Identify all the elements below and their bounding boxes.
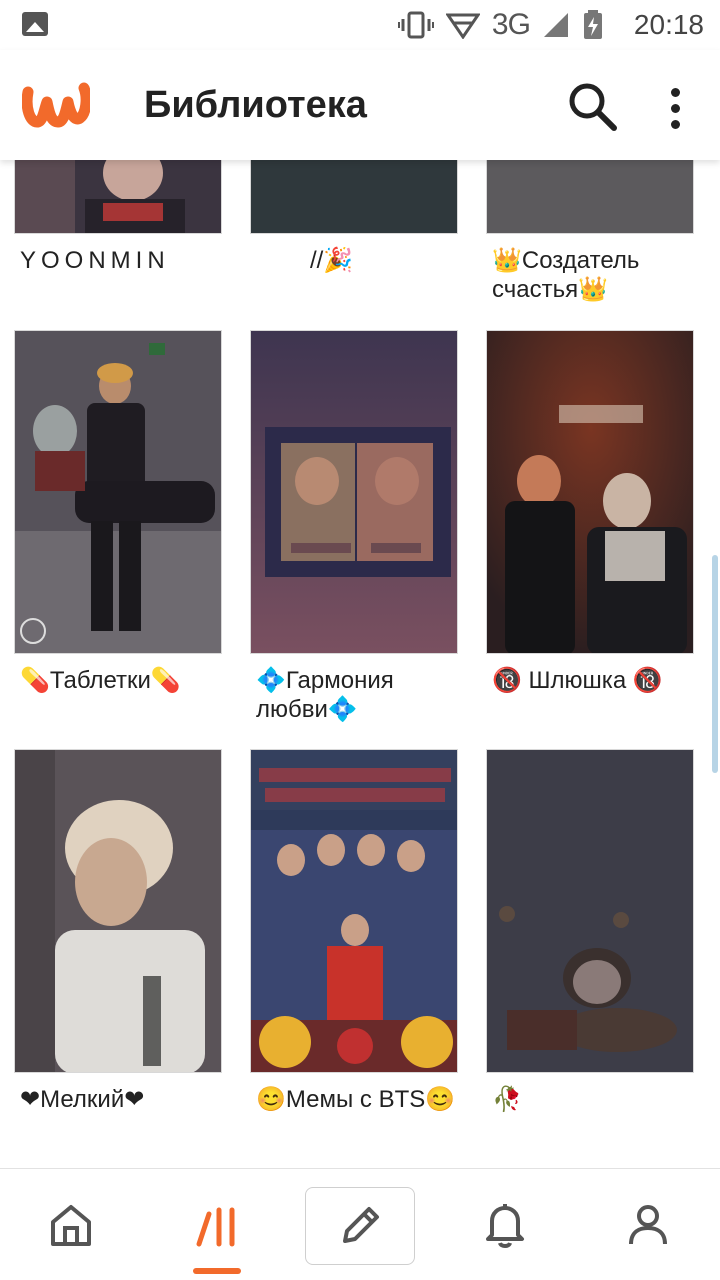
overflow-menu-icon[interactable] — [656, 80, 696, 136]
nav-write[interactable] — [305, 1187, 415, 1265]
nav-profile[interactable] — [593, 1169, 703, 1280]
scrollbar-thumb[interactable] — [712, 555, 718, 773]
battery-icon — [583, 10, 602, 39]
story-cover[interactable] — [486, 160, 694, 234]
status-icons: 3G 20:18 — [397, 6, 704, 44]
app-bar: Библиотека — [0, 50, 720, 160]
story-cover[interactable] — [250, 160, 458, 234]
active-tab-indicator — [193, 1268, 241, 1274]
story-cover[interactable] — [14, 749, 222, 1073]
signal-icon — [543, 13, 568, 37]
search-icon[interactable] — [562, 78, 622, 134]
story-cover[interactable] — [14, 160, 222, 234]
pencil-icon — [343, 1207, 379, 1243]
story-cover[interactable] — [250, 330, 458, 654]
status-bar: 3G 20:18 — [0, 0, 720, 50]
nav-library[interactable] — [163, 1169, 273, 1280]
library-icon — [196, 1207, 235, 1247]
data-arrows-icon — [445, 13, 480, 39]
bottom-navigation — [0, 1168, 720, 1280]
story-cover[interactable] — [14, 330, 222, 654]
bell-icon — [486, 1204, 524, 1248]
story-cover[interactable] — [486, 330, 694, 654]
story-title[interactable]: 💊Таблетки💊 — [20, 666, 230, 695]
story-title[interactable]: 💠Гармония любви💠 — [256, 666, 466, 724]
home-icon — [51, 1205, 91, 1246]
story-title[interactable]: 😊Мемы с BTS😊 — [256, 1085, 466, 1114]
nav-notifications[interactable] — [450, 1169, 560, 1280]
story-cover[interactable] — [486, 749, 694, 1073]
image-notification-icon — [22, 12, 48, 36]
wattpad-logo-icon[interactable] — [22, 78, 90, 130]
story-title[interactable]: //🎉 — [310, 246, 520, 275]
profile-icon — [629, 1205, 667, 1245]
story-title[interactable]: 🥀 — [492, 1085, 702, 1114]
story-title[interactable]: YOONMIN — [20, 246, 230, 275]
story-title[interactable]: 🔞 Шлюшка 🔞 — [492, 666, 702, 695]
story-cover[interactable] — [250, 749, 458, 1073]
story-title[interactable]: ❤Мелкий❤ — [20, 1085, 230, 1114]
vibrate-icon — [397, 11, 434, 39]
nav-home[interactable] — [16, 1169, 126, 1280]
network-type: 3G — [491, 8, 531, 41]
page-title: Библиотека — [144, 84, 367, 126]
clock: 20:18 — [633, 9, 704, 40]
library-grid: YOONMIN //🎉 👑Создатель счастья👑 💊Таблетк… — [0, 160, 720, 1168]
story-title[interactable]: 👑Создатель счастья👑 — [492, 246, 702, 304]
